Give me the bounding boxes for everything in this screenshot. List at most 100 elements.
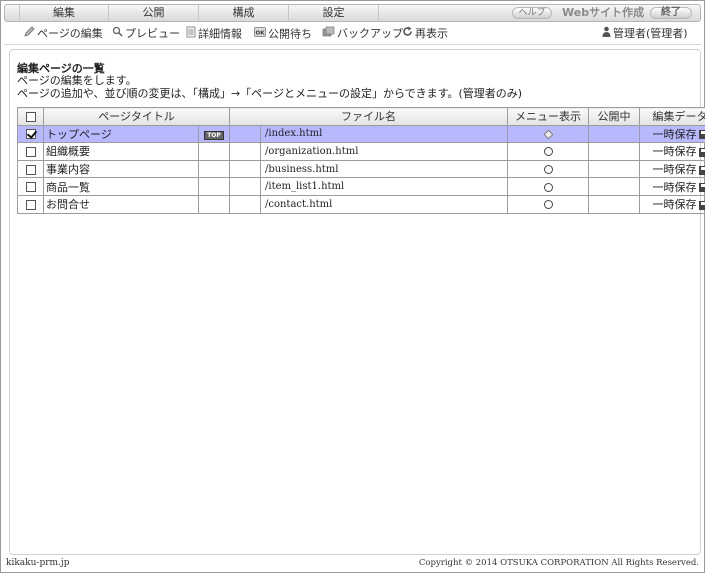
pending-publish-label: 公開待ち xyxy=(268,27,312,41)
row-edit-data[interactable]: 一時保存 xyxy=(639,159,705,179)
user-menu[interactable]: 管理者(管理者) xyxy=(602,26,688,42)
row-badge-cell: TOP xyxy=(198,124,230,144)
pencil-icon xyxy=(24,26,35,42)
help-button[interactable]: ヘルプ xyxy=(512,7,552,19)
row-published xyxy=(588,159,640,179)
row-checkbox[interactable] xyxy=(25,164,36,175)
row-checkbox-cell xyxy=(17,124,44,144)
row-checkbox[interactable] xyxy=(25,129,36,140)
temp-save-label: 一時保存 xyxy=(652,145,697,159)
row-badge-cell xyxy=(198,194,230,214)
row-file-name: /index.html xyxy=(260,124,508,144)
row-menu-display xyxy=(507,194,589,214)
row-published xyxy=(588,142,640,161)
pending-publish-button[interactable]: OK 公開待ち xyxy=(254,26,312,42)
app-title: Webサイト作成 xyxy=(562,6,645,19)
details-label: 詳細情報 xyxy=(198,27,242,41)
menu-edit[interactable]: 編集 xyxy=(19,5,109,21)
menu-structure[interactable]: 構成 xyxy=(199,5,289,21)
top-badge: TOP xyxy=(204,131,224,141)
row-file-name: /organization.html xyxy=(260,142,508,161)
row-page-title[interactable]: トップページ xyxy=(43,124,199,144)
menu-display-diamond-icon xyxy=(543,129,553,140)
edit-page-label: ページの編集 xyxy=(37,27,103,40)
document-icon xyxy=(186,26,196,43)
row-published xyxy=(588,194,640,214)
column-header-published: 公開中 xyxy=(588,107,640,126)
row-checkbox[interactable] xyxy=(25,146,36,157)
save-icon xyxy=(698,130,705,140)
save-icon xyxy=(698,147,705,157)
table-row[interactable]: トップページ TOP /index.html 一時保存 xyxy=(17,124,705,144)
menu-display-radio-icon xyxy=(543,200,553,210)
menu-publish[interactable]: 公開 xyxy=(109,5,199,21)
row-page-title[interactable]: 組織概要 xyxy=(43,142,199,161)
row-checkbox-cell xyxy=(17,142,44,161)
table-row[interactable]: 事業内容 /business.html 一時保存 xyxy=(17,159,705,179)
backup-label: バックアップ xyxy=(337,27,403,40)
column-header-page-title: ページタイトル xyxy=(43,107,230,126)
description-line-1: ページの編集をします。 xyxy=(17,74,137,87)
save-icon xyxy=(698,200,705,210)
row-menu-display xyxy=(507,124,589,144)
row-checkbox[interactable] xyxy=(25,182,36,193)
preview-button[interactable]: プレビュー xyxy=(112,26,180,42)
table-row[interactable]: 商品一覧 /item_list1.html 一時保存 xyxy=(17,177,705,196)
description-line-2: ページの追加や、並び順の変更は、「構成」→「ページとメニューの設定」からできます… xyxy=(17,87,523,100)
row-file-name: /item_list1.html xyxy=(260,177,508,196)
svg-text:OK: OK xyxy=(256,31,266,37)
row-spacer-cell xyxy=(229,177,261,196)
toolbar: ページの編集 プレビュー 詳細情報 OK 公開待ち バックアップ 再表示 管理者… xyxy=(4,23,701,45)
refresh-label: 再表示 xyxy=(415,27,448,40)
row-spacer-cell xyxy=(229,159,261,179)
row-edit-data[interactable]: 一時保存 xyxy=(639,124,705,144)
table-header-row: ページタイトル ファイル名 メニュー表示 公開中 編集データ xyxy=(17,107,705,126)
page-list-table: ページタイトル ファイル名 メニュー表示 公開中 編集データ トップページ TO… xyxy=(17,107,705,214)
footer-copyright: Copyright © 2014 OTSUKA CORPORATION All … xyxy=(418,558,699,568)
table-row[interactable]: 組織概要 /organization.html 一時保存 xyxy=(17,142,705,161)
row-spacer-cell xyxy=(229,142,261,161)
row-page-title[interactable]: 事業内容 xyxy=(43,159,199,179)
row-menu-display xyxy=(507,159,589,179)
exit-button[interactable]: 終了 xyxy=(650,7,692,19)
top-menu-bar: 編集 公開 構成 設定 ヘルプ Webサイト作成 終了 xyxy=(4,4,701,22)
select-all-checkbox[interactable] xyxy=(25,111,36,122)
row-published xyxy=(588,177,640,196)
page-description: ページの編集をします。 ページの追加や、並び順の変更は、「構成」→「ページとメニ… xyxy=(17,74,522,100)
footer-domain: kikaku-prm.jp xyxy=(6,558,70,568)
table-row[interactable]: お問合せ /contact.html 一時保存 xyxy=(17,194,705,214)
row-checkbox[interactable] xyxy=(25,199,36,210)
row-spacer-cell xyxy=(229,194,261,214)
app-window: 編集 公開 構成 設定 ヘルプ Webサイト作成 終了 ページの編集 プレビュー… xyxy=(0,0,705,573)
column-header-edit-data: 編集データ xyxy=(639,107,705,126)
row-edit-data[interactable]: 一時保存 xyxy=(639,194,705,214)
row-edit-data[interactable]: 一時保存 xyxy=(639,177,705,196)
magnifier-icon xyxy=(112,26,123,42)
row-published xyxy=(588,124,640,144)
row-checkbox-cell xyxy=(17,159,44,179)
menu-display-radio-icon xyxy=(543,147,553,157)
backup-button[interactable]: バックアップ xyxy=(322,26,403,42)
save-icon xyxy=(698,165,705,175)
temp-save-label: 一時保存 xyxy=(652,198,697,212)
user-icon xyxy=(602,26,611,42)
refresh-button[interactable]: 再表示 xyxy=(402,26,448,42)
row-page-title[interactable]: お問合せ xyxy=(43,194,199,214)
temp-save-label: 一時保存 xyxy=(652,180,697,194)
row-page-title[interactable]: 商品一覧 xyxy=(43,177,199,196)
menu-settings[interactable]: 設定 xyxy=(289,5,379,21)
main-panel: 編集ページの一覧 ページの編集をします。 ページの追加や、並び順の変更は、「構成… xyxy=(9,49,705,555)
backup-icon xyxy=(322,26,335,42)
row-badge-cell xyxy=(198,177,230,196)
details-button[interactable]: 詳細情報 xyxy=(186,26,242,42)
ok-icon: OK xyxy=(254,26,266,43)
preview-label: プレビュー xyxy=(125,27,180,40)
user-label: 管理者(管理者) xyxy=(613,27,688,40)
edit-page-button[interactable]: ページの編集 xyxy=(24,26,103,42)
row-spacer-cell xyxy=(229,124,261,144)
column-header-menu-display: メニュー表示 xyxy=(507,107,589,126)
temp-save-label: 一時保存 xyxy=(652,127,697,141)
row-edit-data[interactable]: 一時保存 xyxy=(639,142,705,161)
row-file-name: /contact.html xyxy=(260,194,508,214)
row-file-name: /business.html xyxy=(260,159,508,179)
